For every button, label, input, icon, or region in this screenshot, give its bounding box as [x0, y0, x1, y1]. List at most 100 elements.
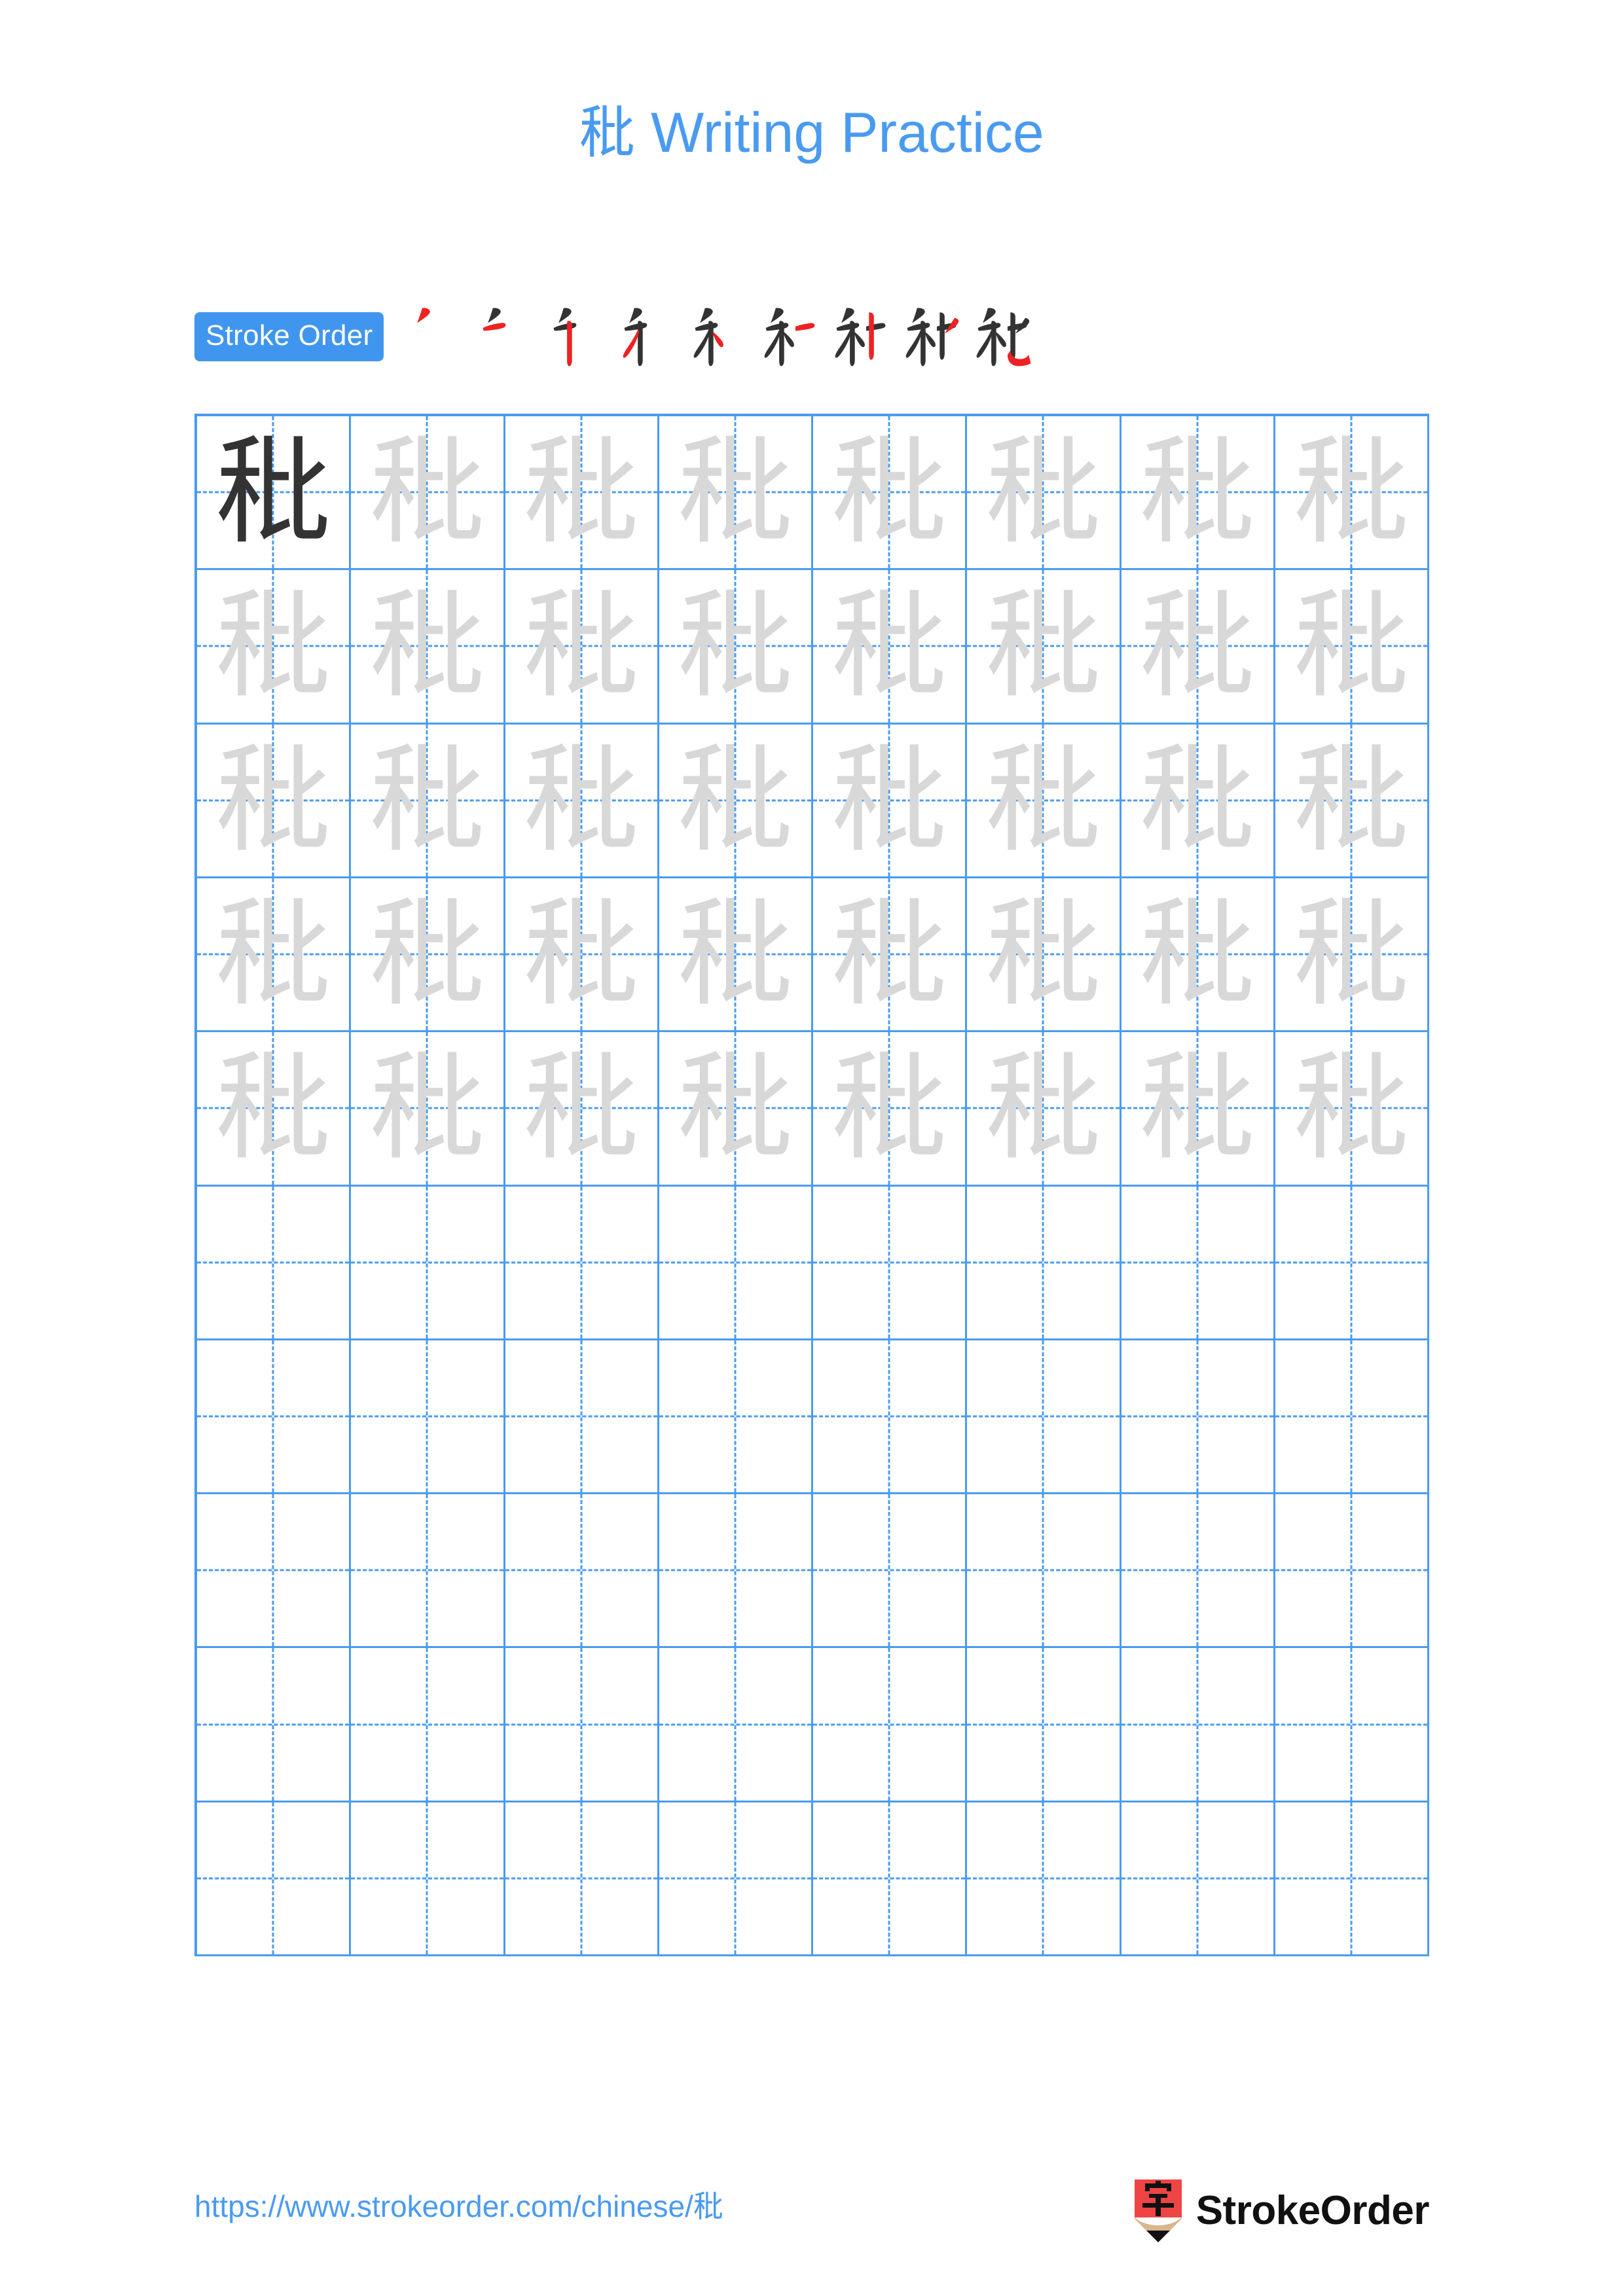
grid-cell[interactable]: 秕 — [813, 416, 968, 571]
grid-cell[interactable]: 秕 — [1121, 1032, 1275, 1187]
grid-cell[interactable] — [813, 1802, 968, 1956]
footer-url[interactable]: https://www.strokeorder.com/chinese/秕 — [194, 2191, 723, 2221]
trace-character: 秕 — [215, 1040, 332, 1176]
grid-cell[interactable]: 秕 — [813, 724, 968, 878]
grid-cell[interactable]: 秕 — [351, 1032, 505, 1187]
grid-cell[interactable]: 秕 — [197, 1032, 352, 1187]
trace-character: 秕 — [522, 1040, 640, 1176]
trace-character: 秕 — [831, 886, 948, 1022]
grid-cell[interactable] — [505, 1802, 659, 1956]
grid-cell[interactable]: 秕 — [967, 416, 1122, 571]
grid-cell[interactable] — [1275, 1494, 1429, 1649]
trace-character: 秕 — [215, 732, 332, 868]
grid-cell[interactable] — [505, 1186, 659, 1340]
grid-cell[interactable]: 秕 — [505, 416, 659, 571]
grid-cell[interactable]: 秕 — [1275, 878, 1429, 1033]
grid-cell[interactable] — [351, 1494, 505, 1649]
grid-cell[interactable]: 秕 — [505, 724, 659, 878]
grid-cell[interactable] — [505, 1340, 659, 1495]
page-title-character: 秕 — [579, 100, 636, 166]
grid-cell[interactable] — [659, 1802, 813, 1956]
grid-cell[interactable]: 秕 — [351, 570, 505, 725]
grid-cell[interactable] — [659, 1494, 813, 1649]
grid-cell[interactable] — [1275, 1340, 1429, 1495]
grid-cell[interactable] — [197, 1494, 352, 1649]
grid-cell[interactable] — [659, 1186, 813, 1340]
grid-cell[interactable] — [505, 1648, 659, 1803]
pencil-logo-icon — [1134, 2179, 1182, 2242]
trace-character: 秕 — [1292, 1040, 1410, 1176]
grid-cell[interactable] — [659, 1648, 813, 1803]
grid-cell[interactable]: 秕 — [813, 878, 968, 1033]
grid-cell[interactable] — [197, 1648, 352, 1803]
grid-cell[interactable] — [1121, 1648, 1275, 1803]
grid-cell[interactable]: 秕 — [813, 570, 968, 725]
grid-cell[interactable]: 秕 — [967, 570, 1122, 725]
grid-cell[interactable] — [351, 1648, 505, 1803]
grid-cell[interactable]: 秕 — [505, 570, 659, 725]
grid-cell[interactable]: 秕 — [813, 1032, 968, 1187]
trace-character: 秕 — [831, 578, 948, 714]
grid-cell[interactable] — [1275, 1802, 1429, 1956]
grid-cell[interactable] — [351, 1186, 505, 1340]
grid-cell[interactable]: 秕 — [967, 878, 1122, 1033]
grid-cell[interactable] — [1121, 1186, 1275, 1340]
trace-character: 秕 — [369, 732, 486, 868]
grid-cell[interactable] — [967, 1494, 1122, 1649]
grid-cell[interactable]: 秕 — [659, 878, 813, 1033]
grid-cell[interactable]: 秕 — [351, 724, 505, 878]
grid-cell[interactable] — [197, 1186, 352, 1340]
grid-cell[interactable]: 秕 — [1121, 724, 1275, 878]
footer-brand[interactable]: StrokeOrder — [1134, 2179, 1430, 2242]
grid-cell[interactable] — [505, 1494, 659, 1649]
trace-character: 秕 — [1139, 732, 1256, 868]
grid-cell[interactable]: 秕 — [1275, 570, 1429, 725]
grid-cell[interactable]: 秕 — [967, 1032, 1122, 1187]
grid-cell[interactable] — [197, 1802, 352, 1956]
trace-character: 秕 — [1139, 886, 1256, 1022]
grid-cell[interactable] — [1121, 1802, 1275, 1956]
grid-cell[interactable] — [1275, 1648, 1429, 1803]
grid-cell[interactable] — [813, 1340, 968, 1495]
grid-cell[interactable]: 秕 — [351, 416, 505, 571]
grid-cell[interactable] — [197, 1340, 352, 1495]
trace-character: 秕 — [1139, 1040, 1256, 1176]
grid-cell[interactable]: 秕 — [197, 878, 352, 1033]
trace-character: 秕 — [985, 886, 1102, 1022]
grid-cell[interactable] — [967, 1802, 1122, 1956]
grid-cell[interactable] — [1121, 1494, 1275, 1649]
grid-cell[interactable]: 秕 — [505, 878, 659, 1033]
grid-cell[interactable]: 秕 — [505, 1032, 659, 1187]
grid-cell[interactable] — [813, 1494, 968, 1649]
grid-cell[interactable]: 秕 — [1121, 570, 1275, 725]
grid-cell[interactable] — [351, 1340, 505, 1495]
grid-cell[interactable]: 秕 — [1275, 416, 1429, 571]
stroke-step-5 — [681, 301, 752, 372]
grid-cell[interactable]: 秕 — [659, 570, 813, 725]
grid-cell[interactable]: 秕 — [1121, 416, 1275, 571]
grid-cell[interactable]: 秕 — [351, 878, 505, 1033]
grid-cell[interactable]: 秕 — [197, 416, 352, 571]
grid-cell[interactable]: 秕 — [659, 416, 813, 571]
grid-cell[interactable] — [813, 1186, 968, 1340]
trace-character: 秕 — [215, 578, 332, 714]
grid-cell[interactable] — [813, 1648, 968, 1803]
trace-character: 秕 — [522, 732, 640, 868]
trace-character: 秕 — [522, 578, 640, 714]
grid-cell[interactable] — [967, 1648, 1122, 1803]
grid-cell[interactable]: 秕 — [967, 724, 1122, 878]
grid-cell[interactable]: 秕 — [659, 1032, 813, 1187]
grid-cell[interactable]: 秕 — [197, 570, 352, 725]
stroke-step-9 — [964, 301, 1034, 372]
grid-cell[interactable] — [967, 1186, 1122, 1340]
grid-cell[interactable]: 秕 — [197, 724, 352, 878]
grid-cell[interactable] — [967, 1340, 1122, 1495]
grid-cell[interactable]: 秕 — [659, 724, 813, 878]
grid-cell[interactable] — [351, 1802, 505, 1956]
grid-cell[interactable] — [1275, 1186, 1429, 1340]
grid-cell[interactable] — [1121, 1340, 1275, 1495]
grid-cell[interactable]: 秕 — [1275, 1032, 1429, 1187]
grid-cell[interactable] — [659, 1340, 813, 1495]
grid-cell[interactable]: 秕 — [1275, 724, 1429, 878]
grid-cell[interactable]: 秕 — [1121, 878, 1275, 1033]
